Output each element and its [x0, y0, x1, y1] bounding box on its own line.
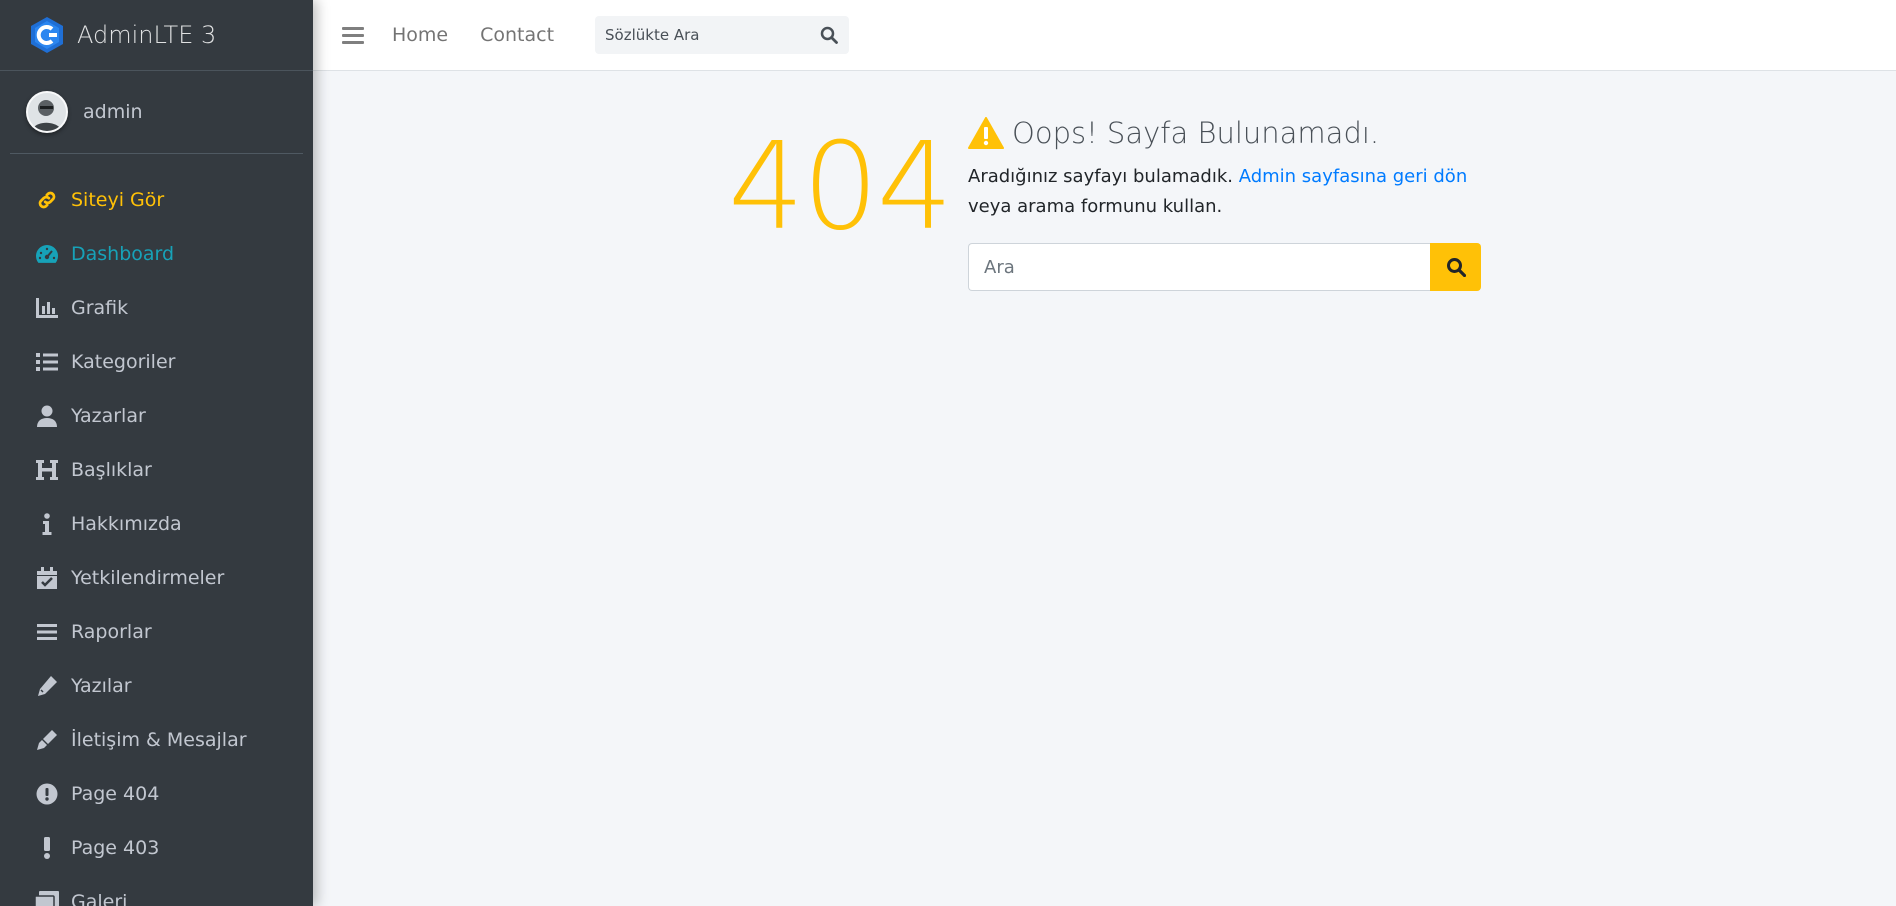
navbar-search-input[interactable]: [595, 26, 810, 44]
sidebar-item-page-404[interactable]: Page 404: [0, 767, 313, 821]
sidebar-item-page-403[interactable]: Page 403: [0, 821, 313, 875]
nav-link-home[interactable]: Home: [392, 24, 448, 46]
error-code: 404: [728, 118, 953, 257]
back-to-admin-link[interactable]: Admin sayfasına geri dön: [1239, 166, 1468, 187]
sidebar-nav: Siteyi Gör Dashboard Grafik Kategoriler …: [0, 154, 313, 906]
error-content: Oops! Sayfa Bulunamadı. Aradığınız sayfa…: [968, 112, 1488, 291]
error-message: Aradığınız sayfayı bulamadık. Admin sayf…: [968, 162, 1488, 222]
images-icon: [33, 888, 61, 906]
sidebar-item-galeri[interactable]: Galeri: [0, 875, 313, 906]
sidebar-item-label: Kategoriler: [71, 351, 176, 373]
sidebar-item-label: Galeri: [71, 891, 128, 906]
sidebar-toggle-button[interactable]: [342, 26, 364, 44]
top-navbar: Home Contact: [313, 0, 1896, 71]
sidebar-item-label: Yetkilendirmeler: [71, 567, 225, 589]
sidebar-item-label: Raporlar: [71, 621, 152, 643]
sidebar-item-hakkimizda[interactable]: Hakkımızda: [0, 497, 313, 551]
list-icon: [33, 348, 61, 376]
sidebar-item-label: Page 403: [71, 837, 160, 859]
sidebar-item-kategoriler[interactable]: Kategoriler: [0, 335, 313, 389]
navbar-search: [595, 16, 850, 54]
error-message-end: veya arama formunu kullan.: [968, 196, 1223, 217]
sidebar-item-label: Hakkımızda: [71, 513, 182, 535]
error-search-form: [968, 243, 1481, 291]
link-icon: [33, 186, 61, 214]
sidebar-item-grafik[interactable]: Grafik: [0, 281, 313, 335]
adminlte-logo-icon: [28, 16, 66, 54]
heading-icon: [33, 456, 61, 484]
sidebar-item-iletisim-mesajlar[interactable]: İletişim & Mesajlar: [0, 713, 313, 767]
sidebar-item-siteyi-gor[interactable]: Siteyi Gör: [0, 173, 313, 227]
sidebar-item-basliklar[interactable]: Başlıklar: [0, 443, 313, 497]
search-icon: [1446, 258, 1466, 277]
hamburger-bar: [342, 40, 364, 44]
sidebar-item-label: Başlıklar: [71, 459, 152, 481]
user-name: admin: [83, 101, 143, 123]
sidebar-item-label: Page 404: [71, 783, 160, 805]
navbar-search-button[interactable]: [809, 16, 849, 54]
chart-bar-icon: [33, 294, 61, 322]
error-search-button[interactable]: [1430, 243, 1481, 291]
error-search-input[interactable]: [968, 243, 1430, 291]
user-panel[interactable]: admin: [10, 71, 303, 154]
gauge-icon: [33, 240, 61, 268]
exclamation-icon: [33, 834, 61, 862]
error-message-start: Aradığınız sayfayı bulamadık.: [968, 166, 1239, 187]
sidebar-item-label: İletişim & Mesajlar: [71, 729, 247, 751]
info-icon: [33, 510, 61, 538]
search-icon: [820, 26, 838, 44]
hamburger-bar: [342, 26, 364, 30]
bars-icon: [33, 618, 61, 646]
sidebar-item-dashboard[interactable]: Dashboard: [0, 227, 313, 281]
brand-name: AdminLTE 3: [77, 21, 217, 49]
sidebar-item-raporlar[interactable]: Raporlar: [0, 605, 313, 659]
user-avatar[interactable]: [26, 91, 68, 133]
hamburger-bar: [342, 33, 364, 37]
pen-icon: [33, 672, 61, 700]
main-sidebar: AdminLTE 3 admin Siteyi Gör Dashboard Gr…: [0, 0, 313, 906]
calendar-check-icon: [33, 564, 61, 592]
error-title: Oops! Sayfa Bulunamadı.: [968, 112, 1488, 154]
pen-fancy-icon: [33, 726, 61, 754]
sidebar-item-label: Siteyi Gör: [71, 189, 165, 211]
sidebar-item-label: Grafik: [71, 297, 129, 319]
sidebar-item-label: Dashboard: [71, 243, 175, 265]
sidebar-item-yetkilendirmeler[interactable]: Yetkilendirmeler: [0, 551, 313, 605]
warning-icon: [968, 117, 1004, 149]
brand-link[interactable]: AdminLTE 3: [0, 0, 313, 71]
sidebar-item-label: Yazılar: [71, 675, 132, 697]
error-title-text: Oops! Sayfa Bulunamadı.: [1012, 116, 1380, 150]
sidebar-item-yazarlar[interactable]: Yazarlar: [0, 389, 313, 443]
exclamation-circle-icon: [33, 780, 61, 808]
nav-link-contact[interactable]: Contact: [480, 24, 554, 46]
sidebar-item-yazilar[interactable]: Yazılar: [0, 659, 313, 713]
sidebar-item-label: Yazarlar: [71, 405, 146, 427]
user-icon: [33, 402, 61, 430]
